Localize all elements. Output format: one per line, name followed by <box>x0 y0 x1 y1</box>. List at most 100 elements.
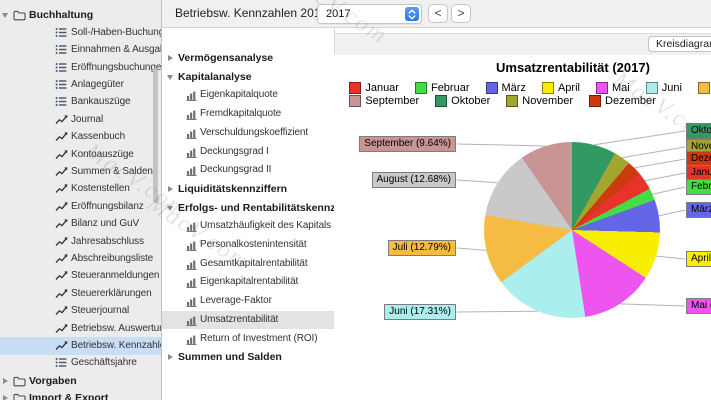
legend-item-februar: Februar <box>414 81 470 94</box>
chart-panel: Umsatzrentabilität (2017) Januar Februar M… <box>334 55 711 400</box>
sidebar-item-bilanz-und-guv[interactable]: Bilanz und GuV <box>0 215 161 233</box>
tree-item-personalkostenintensit-t[interactable]: Personalkostenintensität <box>162 236 334 254</box>
legend-item-juli: Juli <box>697 81 711 94</box>
sidebar-item-import-export[interactable]: Import & Export <box>0 389 161 400</box>
year-dropdown-value: 2017 <box>326 8 351 20</box>
chart-type-button[interactable]: Kreisdiagramm <box>648 36 711 52</box>
legend-swatch-icon <box>595 81 608 94</box>
sidebar-item-vorgaben[interactable]: Vorgaben <box>0 372 161 390</box>
legend-swatch-icon <box>349 94 362 107</box>
sidebar-scrollbar[interactable] <box>153 68 158 203</box>
sidebar-item-steuererkl-rungen[interactable]: Steuererklärungen <box>0 285 161 303</box>
chart-title: Umsatzrentabilität (2017) <box>496 60 650 75</box>
sidebar-item-er-ffnungsbuchungen[interactable]: Eröffnungsbuchungen <box>0 59 161 77</box>
tree-item-eigenkapitalquote[interactable]: Eigenkapitalquote <box>162 86 334 104</box>
dropdown-stepper-icon <box>405 7 419 21</box>
legend-item-dezember: Dezember <box>589 94 656 107</box>
pie-label-august: August (12.68%) <box>371 172 456 188</box>
bar-chart-icon <box>186 296 197 310</box>
tree-item-leverage-faktor[interactable]: Leverage-Faktor <box>162 292 334 310</box>
legend-item-september: September <box>349 94 419 107</box>
toolbar: Betriebsw. Kennzahlen 2017 2017 < > <box>162 0 711 28</box>
sidebar-item-anlageg-ter[interactable]: Anlagegüter <box>0 76 161 94</box>
sidebar-item-soll-haben-buchungen[interactable]: Soll-/Haben-Buchungen <box>0 24 161 42</box>
tree-item-liquidit-tskennziffern[interactable]: Liquiditätskennziffern <box>162 180 334 198</box>
pie-label-oktober: Oktober (8.12%) <box>686 123 711 139</box>
sidebar-item-gesch-ftsjahre[interactable]: Geschäftsjahre <box>0 354 161 372</box>
pie-chart <box>484 142 660 318</box>
sidebar-item-bankausz-ge[interactable]: Bankauszüge <box>0 93 161 111</box>
pie-label-juli: Juli (12.79%) <box>387 240 456 256</box>
legend-swatch-icon <box>589 94 602 107</box>
sidebar-item-betriebsw-auswertung[interactable]: Betriebsw. Auswertung <box>0 320 161 338</box>
legend-swatch-icon <box>349 81 362 94</box>
bar-chart-icon <box>186 259 197 273</box>
sidebar-item-kontoausz-ge[interactable]: Kontoauszüge <box>0 146 161 164</box>
next-year-button[interactable]: > <box>451 4 471 23</box>
sidebar-item-buchhaltung[interactable]: Buchhaltung <box>0 6 161 24</box>
chevron-down-icon[interactable] <box>2 13 8 19</box>
tree-item-fremdkapitalquote[interactable]: Fremdkapitalquote <box>162 105 334 123</box>
chevron-right-icon[interactable] <box>3 377 8 384</box>
app-window: BuchhaltungSoll-/Haben-BuchungenEinnahme… <box>0 0 711 400</box>
chevron-right-icon[interactable] <box>168 55 173 61</box>
tree-item-verschuldungskoeffizient[interactable]: Verschuldungskoeffizient <box>162 124 334 142</box>
legend-item-november: November <box>506 94 573 107</box>
chevron-down-icon[interactable] <box>167 74 173 80</box>
sidebar-item-betriebsw-kennzahlen[interactable]: Betriebsw. Kennzahlen <box>0 336 161 355</box>
sidebar-item-kostenstellen[interactable]: Kostenstellen <box>0 180 161 198</box>
chevron-right-icon[interactable] <box>3 395 8 400</box>
legend-item-mai: Mai <box>595 81 630 94</box>
tree-item-kapitalanalyse[interactable]: Kapitalanalyse <box>162 68 334 86</box>
legend-swatch-icon <box>697 81 710 94</box>
legend-item-april: April <box>541 81 580 94</box>
chevron-right-icon[interactable] <box>168 354 173 361</box>
tree-item-eigenkapitalrentabilit-t[interactable]: Eigenkapitalrentabilität <box>162 273 334 291</box>
tree-item-summen-und-salden[interactable]: Summen und Salden <box>162 348 334 366</box>
legend-item-märz: März <box>485 81 526 94</box>
sidebar-item-steueranmeldungen[interactable]: Steueranmeldungen <box>0 267 161 285</box>
sidebar-item-jahresabschluss[interactable]: Jahresabschluss <box>0 233 161 251</box>
pie-label-september: September (9.64%) <box>359 136 456 152</box>
sidebar-item-abschreibungsliste[interactable]: Abschreibungsliste <box>0 250 161 268</box>
tree-item-umsatzrentabilit-t[interactable]: Umsatzrentabilität <box>162 310 334 329</box>
legend-swatch-icon <box>485 81 498 94</box>
pie-label-februar: Februar (2.20%) <box>686 179 711 195</box>
bar-chart-icon <box>186 334 197 348</box>
toolbar-title: Betriebsw. Kennzahlen 2017 <box>175 6 328 20</box>
sidebar-item-summen-salden[interactable]: Summen & Salden <box>0 163 161 181</box>
kpi-tree: Vermögensanalyse Kapitalanalyse Eigenkapit… <box>162 28 335 400</box>
folder-icon <box>13 392 26 400</box>
legend-swatch-icon <box>506 94 519 107</box>
sidebar-item-er-ffnungsbilanz[interactable]: Eröffnungsbilanz <box>0 198 161 216</box>
sidebar-item-journal[interactable]: Journal <box>0 111 161 129</box>
bar-chart-icon <box>186 240 197 254</box>
tree-item-gesamtkapitalrentabilit-t[interactable]: Gesamtkapitalrentabilität <box>162 255 334 273</box>
tree-item-deckungsgrad-i[interactable]: Deckungsgrad I <box>162 143 334 161</box>
bar-chart-icon <box>186 277 197 291</box>
bar-chart-icon <box>186 147 197 161</box>
sidebar-item-einnahmen-ausgaben[interactable]: Einnahmen & Ausgaben <box>0 41 161 59</box>
year-dropdown[interactable]: 2017 <box>317 4 422 24</box>
tree-item-verm-gensanalyse[interactable]: Vermögensanalyse <box>162 49 334 67</box>
sidebar-item-steuerjournal[interactable]: Steuerjournal <box>0 302 161 320</box>
tree-item-deckungsgrad-ii[interactable]: Deckungsgrad II <box>162 161 334 179</box>
legend-swatch-icon <box>435 94 448 107</box>
bar-chart-icon <box>186 165 197 179</box>
sidebar: BuchhaltungSoll-/Haben-BuchungenEinnahme… <box>0 0 162 400</box>
legend-item-januar: Januar <box>349 81 399 94</box>
chevron-down-icon[interactable] <box>167 205 173 211</box>
tree-item-erfolgs-und-rentabilit-tskennz-[interactable]: Erfolgs- und Rentabilitätskennz... <box>162 199 334 217</box>
legend-item-oktober: Oktober <box>435 94 490 107</box>
bar-chart-icon <box>186 109 197 123</box>
bar-chart-icon <box>186 221 197 235</box>
legend-swatch-icon <box>414 81 427 94</box>
prev-year-button[interactable]: < <box>428 4 448 23</box>
pie-label-april: April (8.71%) <box>686 251 711 267</box>
bar-chart-icon <box>186 128 197 142</box>
legend-swatch-icon <box>645 81 658 94</box>
tree-item-return-of-investment-roi-[interactable]: Return of Investment (ROI) <box>162 330 334 348</box>
sidebar-item-kassenbuch[interactable]: Kassenbuch <box>0 128 161 146</box>
tree-item-umsatzh-ufigkeit-des-kapitals[interactable]: Umsatzhäufigkeit des Kapitals <box>162 217 334 235</box>
chevron-right-icon[interactable] <box>168 185 173 192</box>
